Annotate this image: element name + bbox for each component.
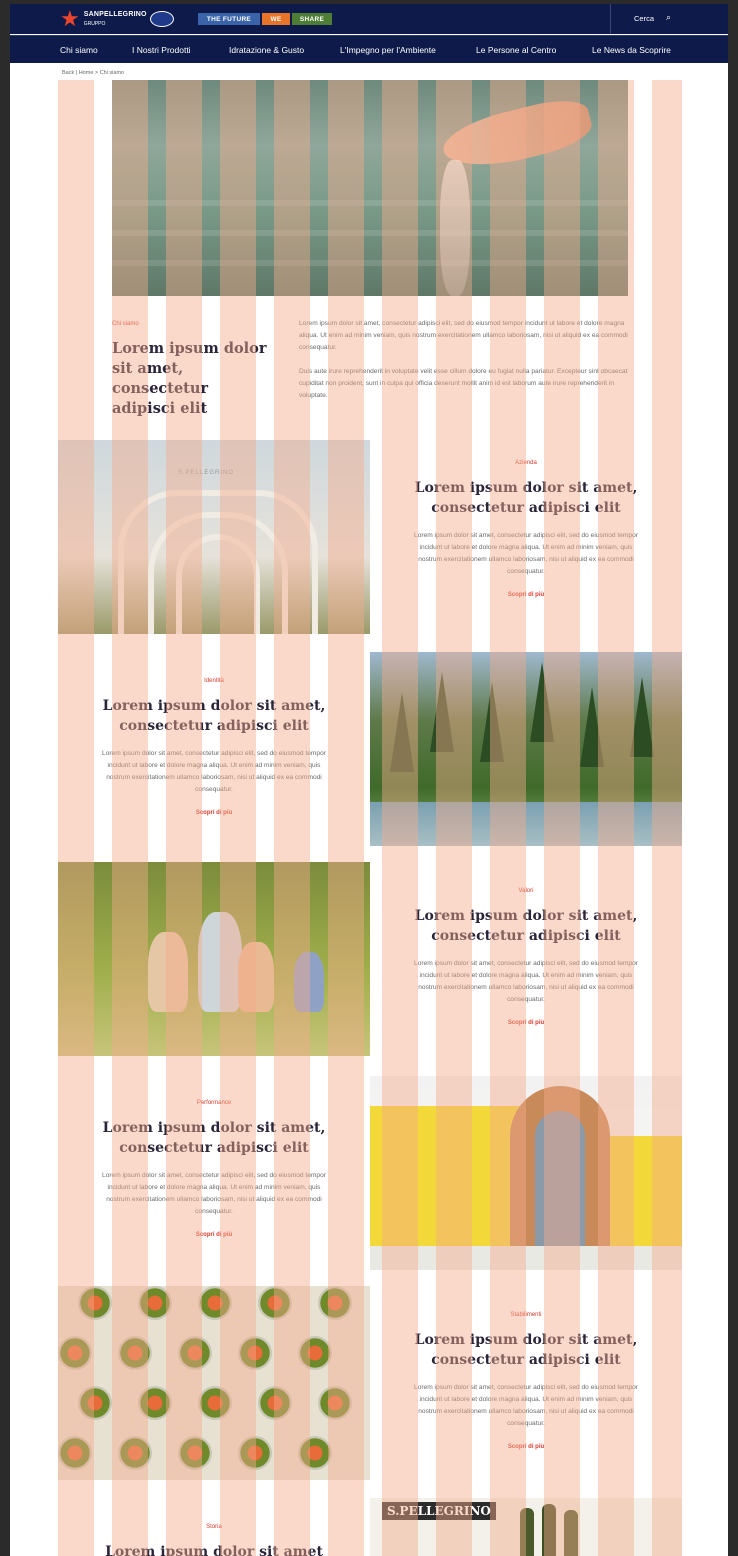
feature-image-azienda: S.PELLEGRINO: [58, 440, 370, 634]
feature-kicker: Stabilimenti: [510, 1312, 542, 1318]
brand-line2: GRUPPO: [83, 20, 106, 27]
feature-title: Lorem ipsum dolor sit amet, consectetur …: [414, 908, 638, 944]
sanpellegrino-logo[interactable]: ★ SANPELLEGRINO GRUPPO: [60, 6, 147, 31]
feature-kicker: Azienda: [515, 460, 537, 466]
divider: [610, 4, 611, 34]
intro-kicker: Chi siamo: [112, 321, 139, 327]
feature-kicker: Storia: [206, 1524, 222, 1530]
search-label[interactable]: Cerca: [634, 14, 654, 23]
campaign-share[interactable]: SHARE: [292, 13, 332, 25]
arch-sign: S.PELLEGRINO: [178, 470, 235, 476]
feature-image-valori: [58, 862, 370, 1056]
feature-title: Lorem ipsum dolor sit amet, consectetur …: [102, 1120, 326, 1156]
feature-performance: Performance Lorem ipsum dolor sit amet, …: [58, 1100, 370, 1238]
feature-azienda: Azienda Lorem ipsum dolor sit amet, cons…: [370, 460, 682, 598]
feature-identita: Identità Lorem ipsum dolor sit amet, con…: [58, 678, 370, 816]
campaign-we[interactable]: WE: [262, 13, 290, 25]
feature-title: Lorem ipsum dolor sit amet, consectetur …: [102, 698, 326, 734]
brand-name: SANPELLEGRINO GRUPPO: [84, 11, 147, 28]
feature-stabilimenti: Stabilimenti Lorem ipsum dolor sit amet,…: [370, 1312, 682, 1450]
feature-image-identita: [370, 652, 682, 846]
partner-badge-icon: [150, 11, 174, 27]
main-nav: Chi siamo I Nostri Prodotti Idratazione …: [10, 35, 728, 63]
feature-more-link[interactable]: Scopri di più: [370, 1444, 682, 1450]
poster-sign: S.PELLEGRINO: [382, 1502, 496, 1520]
breadcrumb[interactable]: Back | Home > Chi siamo: [62, 70, 124, 76]
feature-title: Lorem ipsum dolor sit amet, consectetur …: [414, 480, 638, 516]
intro-paragraph-2: Duis aute irure reprehenderit in volupta…: [299, 368, 628, 399]
page: ★ SANPELLEGRINO GRUPPO THE FUTURE WE SHA…: [10, 4, 728, 1556]
feature-desc: Lorem ipsum dolor sit amet, consectetur …: [414, 960, 638, 1003]
feature-title: Lorem ipsum dolor sit amet, consectetur …: [414, 1332, 638, 1368]
hero-image: [112, 80, 628, 296]
feature-title: Lorem ipsum dolor sit amet: [105, 1544, 323, 1556]
top-bar: ★ SANPELLEGRINO GRUPPO THE FUTURE WE SHA…: [10, 4, 728, 34]
intro-paragraph-1: Lorem ipsum dolor sit amet, consectetur …: [299, 320, 628, 351]
nav-item-ambiente[interactable]: L'Impegno per l'Ambiente: [340, 45, 436, 55]
feature-storia: Storia Lorem ipsum dolor sit amet: [58, 1524, 370, 1556]
brand-line1: SANPELLEGRINO: [83, 10, 147, 18]
feature-desc: Lorem ipsum dolor sit amet, consectetur …: [414, 1384, 638, 1427]
nav-item-persone[interactable]: Le Persone al Centro: [476, 45, 556, 55]
feature-kicker: Valori: [518, 888, 534, 894]
feature-valori: Valori Lorem ipsum dolor sit amet, conse…: [370, 888, 682, 1026]
feature-image-storia: S.PELLEGRINO: [370, 1498, 682, 1556]
feature-desc: Lorem ipsum dolor sit amet, consectetur …: [102, 1172, 326, 1215]
nav-item-prodotti[interactable]: I Nostri Prodotti: [132, 45, 191, 55]
campaign-the-future[interactable]: THE FUTURE: [198, 13, 260, 25]
feature-kicker: Identità: [204, 678, 224, 684]
nav-item-news[interactable]: Le News da Scoprire: [592, 45, 671, 55]
nav-item-chi-siamo[interactable]: Chi siamo: [60, 45, 98, 55]
feature-desc: Lorem ipsum dolor sit amet, consectetur …: [414, 532, 638, 575]
feature-image-stabilimenti: [58, 1286, 370, 1480]
intro-title: Lorem ipsum dolor sit amet, consectetur …: [112, 340, 267, 417]
water-stream: [440, 160, 470, 296]
feature-image-performance: [370, 1076, 682, 1270]
star-icon: ★: [60, 6, 80, 31]
nav-item-idratazione[interactable]: Idratazione & Gusto: [229, 45, 304, 55]
feature-more-link[interactable]: Scopri di più: [370, 1020, 682, 1026]
feature-more-link[interactable]: Scopri di più: [58, 1232, 370, 1238]
feature-more-link[interactable]: Scopri di più: [370, 592, 682, 598]
feature-more-link[interactable]: Scopri di più: [58, 810, 370, 816]
feature-desc: Lorem ipsum dolor sit amet, consectetur …: [102, 750, 326, 793]
feature-kicker: Performance: [196, 1100, 232, 1106]
search-icon[interactable]: ⌕: [666, 12, 671, 23]
